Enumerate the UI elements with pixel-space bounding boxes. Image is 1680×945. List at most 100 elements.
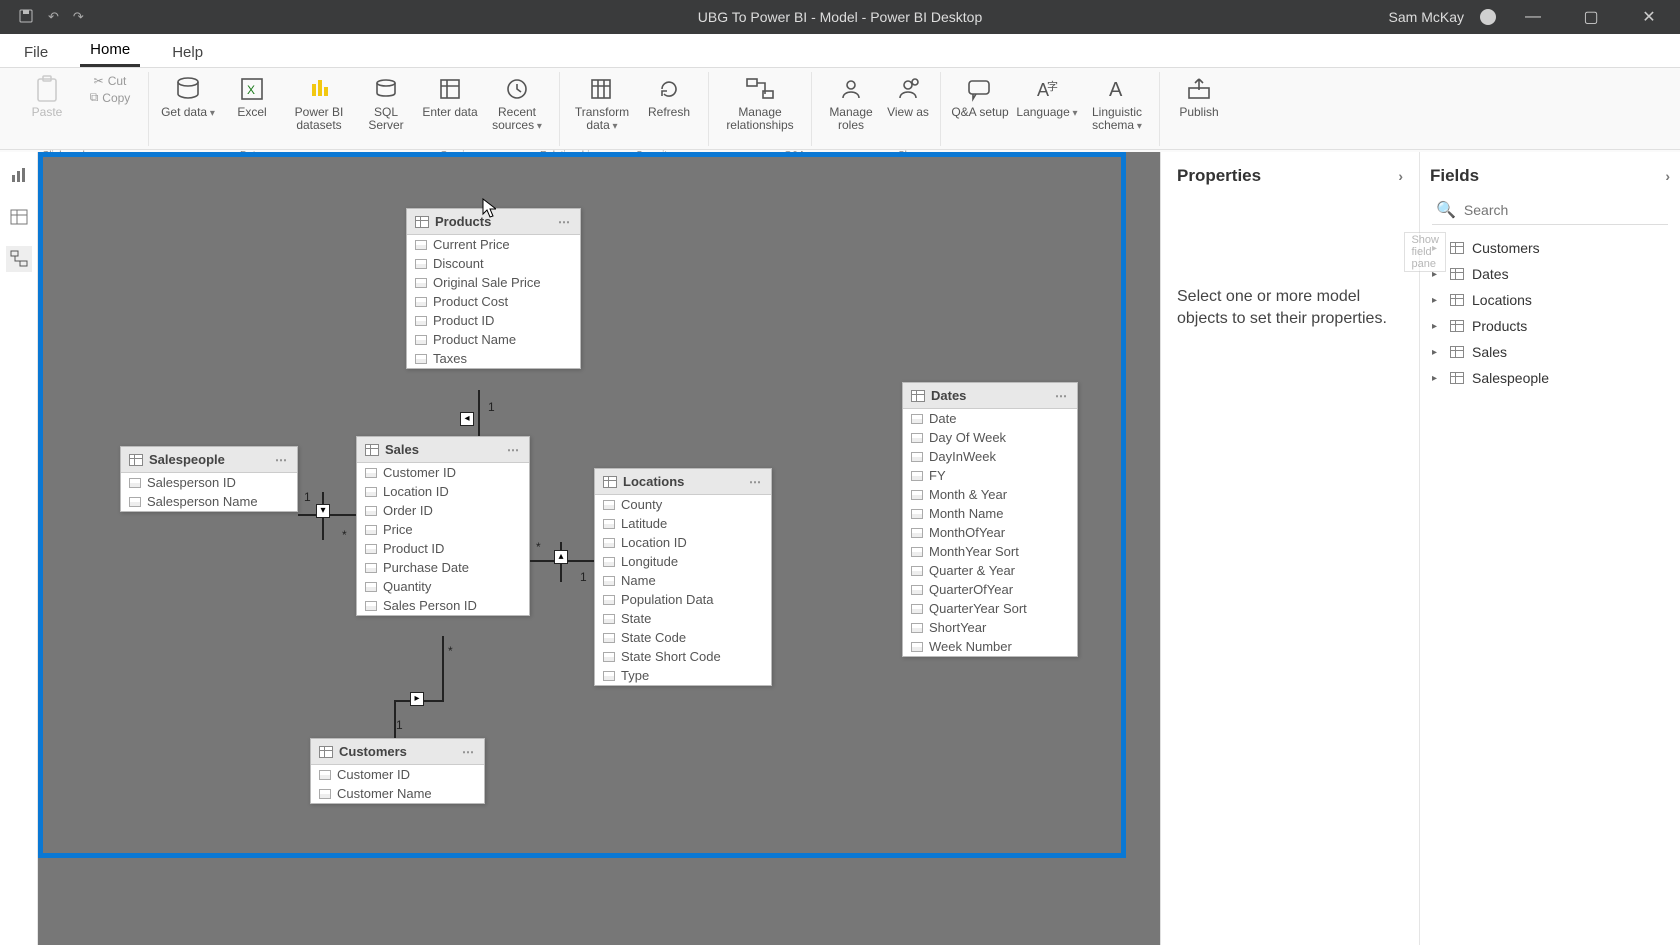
- table-field[interactable]: Sales Person ID: [357, 596, 529, 615]
- fields-table-item[interactable]: ▸Locations: [1430, 289, 1670, 311]
- table-field[interactable]: Month Name: [903, 504, 1077, 523]
- table-field[interactable]: ShortYear: [903, 618, 1077, 637]
- table-card-products[interactable]: Products⋯ Current PriceDiscountOriginal …: [406, 208, 581, 369]
- table-field[interactable]: Location ID: [357, 482, 529, 501]
- maximize-button[interactable]: ▢: [1570, 0, 1612, 34]
- table-menu-icon[interactable]: ⋯: [507, 443, 521, 457]
- table-header-sales[interactable]: Sales⋯: [357, 437, 529, 463]
- relationship-filter-arrow[interactable]: ▸: [410, 692, 424, 706]
- publish-button[interactable]: Publish: [1170, 72, 1228, 119]
- table-field[interactable]: Product Name: [407, 330, 580, 349]
- table-menu-icon[interactable]: ⋯: [275, 453, 289, 467]
- table-field[interactable]: State: [595, 609, 771, 628]
- tab-home[interactable]: Home: [80, 35, 140, 67]
- fields-table-item[interactable]: ▸Sales: [1430, 341, 1670, 363]
- fields-table-item[interactable]: ▸Dates: [1430, 263, 1670, 285]
- table-field[interactable]: Salesperson ID: [121, 473, 297, 492]
- manage-relationships-button[interactable]: Manage relationships: [719, 72, 801, 131]
- user-avatar[interactable]: [1480, 9, 1496, 25]
- table-field[interactable]: Quantity: [357, 577, 529, 596]
- table-field[interactable]: State Code: [595, 628, 771, 647]
- table-field[interactable]: MonthYear Sort: [903, 542, 1077, 561]
- table-field[interactable]: Product ID: [357, 539, 529, 558]
- fields-table-item[interactable]: ▸Customers: [1430, 237, 1670, 259]
- qa-setup-button[interactable]: Q&A setup: [951, 72, 1009, 119]
- fields-search-input[interactable]: [1464, 202, 1664, 218]
- transform-data-button[interactable]: Transform data ▾: [570, 72, 634, 132]
- table-field[interactable]: MonthOfYear: [903, 523, 1077, 542]
- table-header-customers[interactable]: Customers⋯: [311, 739, 484, 765]
- relationship-filter-arrow[interactable]: ◂: [460, 412, 474, 426]
- enter-data-button[interactable]: Enter data: [421, 72, 479, 119]
- fields-header[interactable]: Fields ›: [1430, 166, 1670, 186]
- table-card-locations[interactable]: Locations⋯ CountyLatitudeLocation IDLong…: [594, 468, 772, 686]
- close-button[interactable]: ✕: [1628, 0, 1670, 34]
- table-field[interactable]: Location ID: [595, 533, 771, 552]
- table-menu-icon[interactable]: ⋯: [1055, 389, 1069, 403]
- table-field[interactable]: Price: [357, 520, 529, 539]
- expand-icon[interactable]: ▸: [1432, 347, 1442, 358]
- fields-table-item[interactable]: ▸Products: [1430, 315, 1670, 337]
- table-field[interactable]: Current Price: [407, 235, 580, 254]
- excel-button[interactable]: XExcel: [223, 72, 281, 119]
- data-view-button[interactable]: [6, 204, 32, 230]
- table-field[interactable]: Type: [595, 666, 771, 685]
- table-field[interactable]: Day Of Week: [903, 428, 1077, 447]
- table-card-salespeople[interactable]: Salespeople⋯ Salesperson IDSalesperson N…: [120, 446, 298, 512]
- table-field[interactable]: Name: [595, 571, 771, 590]
- table-field[interactable]: Population Data: [595, 590, 771, 609]
- properties-header[interactable]: Properties ›: [1177, 166, 1403, 186]
- model-canvas[interactable]: Products⋯ Current PriceDiscountOriginal …: [38, 152, 1126, 858]
- relationship-filter-arrow[interactable]: ▴: [554, 550, 568, 564]
- table-field[interactable]: Customer ID: [357, 463, 529, 482]
- table-field[interactable]: Original Sale Price: [407, 273, 580, 292]
- table-header-dates[interactable]: Dates⋯: [903, 383, 1077, 409]
- report-view-button[interactable]: [6, 162, 32, 188]
- table-field[interactable]: Discount: [407, 254, 580, 273]
- table-field[interactable]: DayInWeek: [903, 447, 1077, 466]
- user-name[interactable]: Sam McKay: [1389, 9, 1464, 25]
- table-field[interactable]: Latitude: [595, 514, 771, 533]
- redo-icon[interactable]: ↷: [73, 9, 84, 25]
- linguistic-schema-button[interactable]: ALinguistic schema ▾: [1085, 72, 1149, 132]
- table-field[interactable]: QuarterYear Sort: [903, 599, 1077, 618]
- save-icon[interactable]: [18, 8, 34, 27]
- chevron-right-icon[interactable]: ›: [1398, 168, 1403, 184]
- table-field[interactable]: County: [595, 495, 771, 514]
- table-field[interactable]: Product Cost: [407, 292, 580, 311]
- fields-search[interactable]: 🔍: [1432, 196, 1668, 225]
- table-field[interactable]: Salesperson Name: [121, 492, 297, 511]
- relationship-sales-customers-v1[interactable]: [442, 636, 444, 702]
- relationship-products-sales[interactable]: [478, 390, 480, 436]
- table-field[interactable]: Order ID: [357, 501, 529, 520]
- model-canvas-wrap[interactable]: Products⋯ Current PriceDiscountOriginal …: [38, 152, 1160, 945]
- undo-icon[interactable]: ↶: [48, 9, 59, 25]
- tab-help[interactable]: Help: [162, 38, 213, 67]
- table-field[interactable]: Date: [903, 409, 1077, 428]
- language-button[interactable]: A字Language ▾: [1015, 72, 1079, 120]
- table-field[interactable]: Longitude: [595, 552, 771, 571]
- table-field[interactable]: Product ID: [407, 311, 580, 330]
- table-header-products[interactable]: Products⋯: [407, 209, 580, 235]
- refresh-button[interactable]: Refresh: [640, 72, 698, 119]
- expand-icon[interactable]: ▸: [1432, 373, 1442, 384]
- table-field[interactable]: FY: [903, 466, 1077, 485]
- pbi-datasets-button[interactable]: Power BI datasets: [287, 72, 351, 131]
- table-header-salespeople[interactable]: Salespeople⋯: [121, 447, 297, 473]
- table-field[interactable]: State Short Code: [595, 647, 771, 666]
- table-field[interactable]: Week Number: [903, 637, 1077, 656]
- model-view-button[interactable]: [6, 246, 32, 272]
- table-menu-icon[interactable]: ⋯: [749, 475, 763, 489]
- table-field[interactable]: Taxes: [407, 349, 580, 368]
- table-menu-icon[interactable]: ⋯: [558, 215, 572, 229]
- table-field[interactable]: Month & Year: [903, 485, 1077, 504]
- recent-sources-button[interactable]: Recent sources ▾: [485, 72, 549, 132]
- expand-icon[interactable]: ▸: [1432, 321, 1442, 332]
- table-field[interactable]: Purchase Date: [357, 558, 529, 577]
- table-card-customers[interactable]: Customers⋯ Customer IDCustomer Name: [310, 738, 485, 804]
- get-data-button[interactable]: Get data ▾: [159, 72, 217, 120]
- expand-icon[interactable]: ▸: [1432, 295, 1442, 306]
- table-field[interactable]: Quarter & Year: [903, 561, 1077, 580]
- minimize-button[interactable]: —: [1512, 0, 1554, 34]
- table-card-dates[interactable]: Dates⋯ DateDay Of WeekDayInWeekFYMonth &…: [902, 382, 1078, 657]
